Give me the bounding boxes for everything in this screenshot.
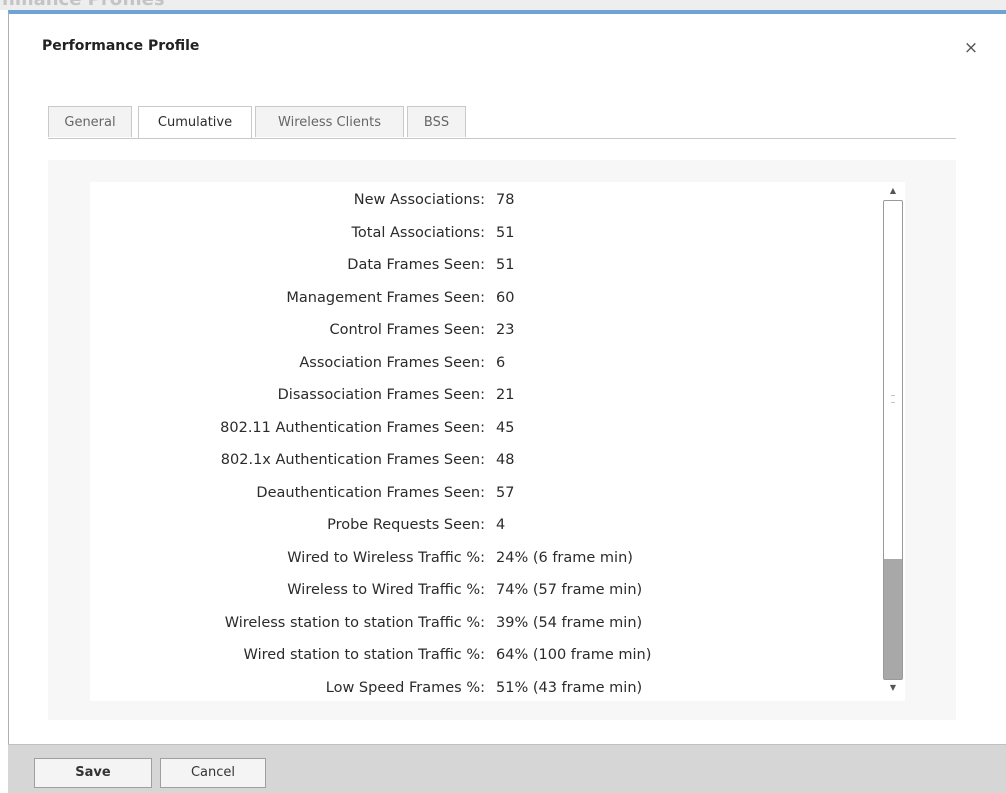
stat-value: 57 [496, 485, 515, 501]
background-window-title: nmance Profiles [0, 0, 1006, 10]
stat-row: Low Speed Frames %: 51% (43 frame min) [90, 672, 870, 701]
stat-row: Total Associations: 51 [90, 217, 870, 250]
stat-label: New Associations: [353, 192, 485, 208]
stat-value: 78 [496, 192, 515, 208]
stat-row: Wireless station to station Traffic %: 3… [90, 607, 870, 640]
stat-label: Deauthentication Frames Seen: [256, 485, 485, 501]
stat-label: Management Frames Seen: [286, 290, 485, 306]
stat-row: Association Frames Seen: 6 [90, 347, 870, 380]
stat-label: Wired to Wireless Traffic %: [287, 550, 485, 566]
stat-row: 802.11 Authentication Frames Seen: 45 [90, 412, 870, 445]
stat-label: Wireless station to station Traffic %: [224, 615, 485, 631]
stat-row: Probe Requests Seen: 4 [90, 509, 870, 542]
scroll-up-icon[interactable]: ▲ [881, 184, 905, 198]
stat-label: Disassociation Frames Seen: [277, 387, 485, 403]
stat-row: Management Frames Seen: 60 [90, 282, 870, 315]
stat-label: Association Frames Seen: [299, 355, 485, 371]
stat-value: 60 [496, 290, 515, 306]
stat-value: 24% (6 frame min) [496, 550, 633, 566]
scroll-down-icon[interactable]: ▼ [881, 681, 905, 695]
stat-label: Data Frames Seen: [347, 257, 485, 273]
stat-value: 21 [496, 387, 515, 403]
vertical-scrollbar[interactable]: ▲ ▼ [881, 182, 905, 701]
stat-row: Wired to Wireless Traffic %: 24% (6 fram… [90, 542, 870, 575]
stat-label: Wired station to station Traffic %: [243, 647, 485, 663]
stat-label: Control Frames Seen: [329, 322, 486, 338]
stat-value: 4 [496, 517, 506, 533]
stat-row: Wireless to Wired Traffic %: 74% (57 fra… [90, 574, 870, 607]
stat-label: 802.11 Authentication Frames Seen: [220, 420, 485, 436]
scroll-grip-icon [891, 395, 895, 403]
stat-label: Wireless to Wired Traffic %: [287, 582, 485, 598]
cancel-button[interactable]: Cancel [160, 758, 266, 788]
stat-row: New Associations: 78 [90, 184, 870, 217]
stat-value: 6 [496, 355, 506, 371]
scroll-thumb[interactable] [884, 559, 902, 679]
stat-label: Total Associations: [351, 225, 485, 241]
dialog-title: Performance Profile [42, 38, 200, 54]
tab-bss[interactable]: BSS [407, 106, 466, 137]
stat-value: 51% (43 frame min) [496, 680, 643, 696]
stat-label: Low Speed Frames %: [325, 680, 485, 696]
stat-row: Disassociation Frames Seen: 21 [90, 379, 870, 412]
stat-value: 64% (100 frame min) [496, 647, 652, 663]
tab-general[interactable]: General [48, 106, 132, 137]
stat-value: 51 [496, 225, 515, 241]
stat-row: Control Frames Seen: 23 [90, 314, 870, 347]
close-icon[interactable]: × [960, 37, 982, 59]
stat-row: 802.1x Authentication Frames Seen: 48 [90, 444, 870, 477]
dialog-footer: Save Cancel [8, 744, 1006, 793]
stat-value: 74% (57 frame min) [496, 582, 643, 598]
cumulative-stats-panel: New Associations: 78 Total Associations:… [90, 182, 905, 701]
stat-row: Data Frames Seen: 51 [90, 249, 870, 282]
stat-value: 23 [496, 322, 515, 338]
scroll-track[interactable] [883, 200, 903, 680]
stat-value: 51 [496, 257, 515, 273]
stat-row: Wired station to station Traffic %: 64% … [90, 639, 870, 672]
tab-wireless-clients[interactable]: Wireless Clients [255, 106, 404, 137]
stat-value: 45 [496, 420, 515, 436]
stat-value: 39% (54 frame min) [496, 615, 643, 631]
background-title-text: nmance Profiles [2, 0, 165, 10]
save-button[interactable]: Save [34, 758, 152, 788]
stat-label: 802.1x Authentication Frames Seen: [220, 452, 485, 468]
stat-label: Probe Requests Seen: [327, 517, 485, 533]
tab-cumulative[interactable]: Cumulative [138, 106, 252, 138]
stat-row: Deauthentication Frames Seen: 57 [90, 477, 870, 510]
tab-bar: General Cumulative Wireless Clients BSS [48, 106, 956, 139]
stat-value: 48 [496, 452, 515, 468]
